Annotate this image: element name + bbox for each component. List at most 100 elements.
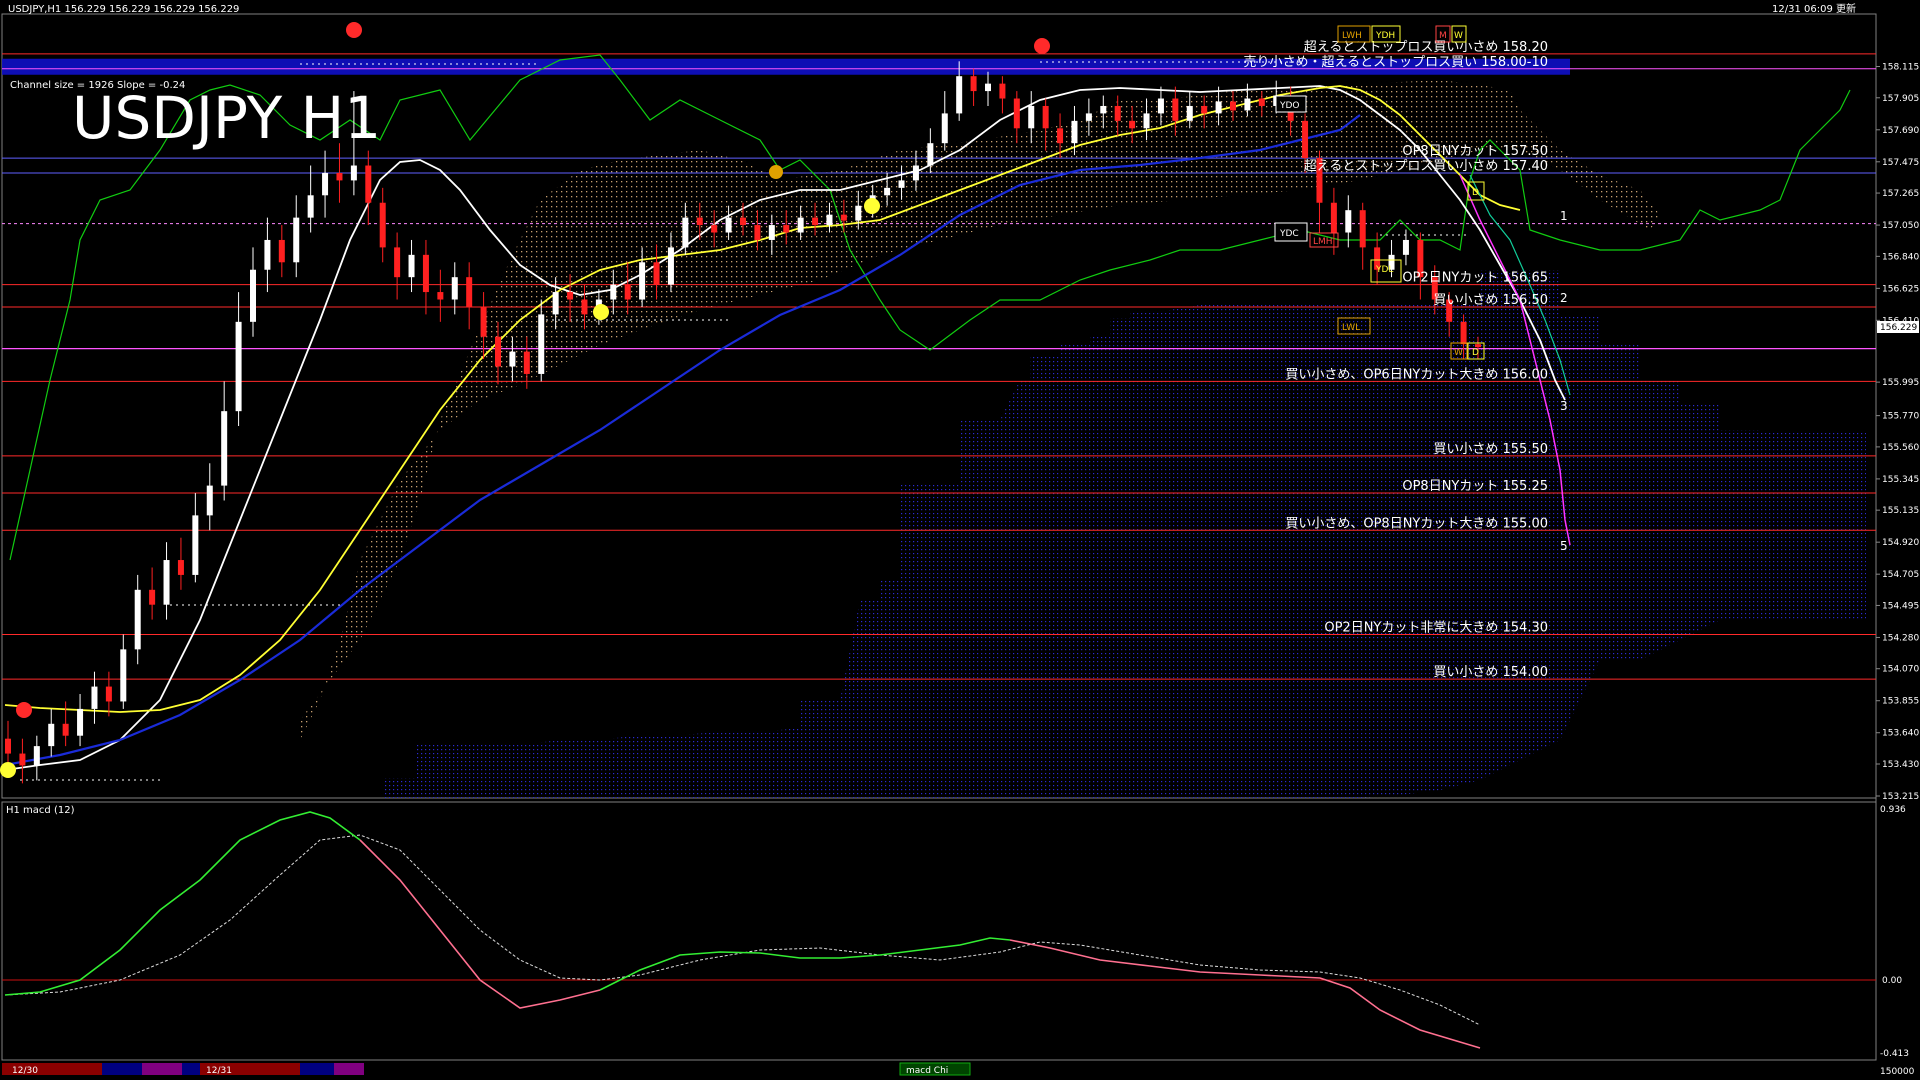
- candle-body: [437, 292, 444, 300]
- macd-bottom-right: 150000: [1880, 1067, 1915, 1077]
- candle-body: [1302, 120, 1309, 159]
- marker-ydh: YDH: [1375, 31, 1395, 41]
- candle-body: [667, 247, 674, 285]
- candle-body: [1042, 105, 1049, 129]
- y-tick-label: 157.905: [1882, 94, 1919, 104]
- marker-w: W: [1454, 31, 1463, 41]
- y-tick-label: 154.705: [1882, 570, 1919, 580]
- candle-body: [740, 217, 746, 226]
- y-tick-label: 155.345: [1882, 475, 1919, 485]
- y-tick-label: 155.770: [1882, 412, 1919, 422]
- marker-m: M: [1439, 31, 1447, 41]
- candle-body: [639, 262, 646, 300]
- candle-body: [350, 165, 357, 181]
- candle-body: [1359, 210, 1366, 248]
- candle-body: [1201, 105, 1208, 114]
- candle-body: [149, 589, 156, 605]
- candle-body: [1013, 98, 1020, 129]
- level-label: 買い小さめ 155.50: [1433, 442, 1548, 457]
- projection-label-3: 3: [1560, 399, 1568, 413]
- marker-d-upper: D: [1472, 188, 1479, 198]
- candle-body: [884, 187, 891, 196]
- candle-body: [379, 202, 386, 248]
- candle-body: [956, 76, 963, 114]
- candle-body: [855, 205, 862, 221]
- marker-lwh: LWH: [1342, 31, 1362, 41]
- projection-label-1: 1: [1560, 209, 1568, 223]
- candle-body: [1057, 128, 1064, 144]
- y-tick-label: 153.855: [1882, 697, 1919, 707]
- candle-body: [552, 292, 559, 315]
- candle-body: [754, 225, 761, 240]
- candle-body: [1230, 101, 1236, 111]
- y-tick-label: 154.920: [1882, 538, 1919, 548]
- candle-body: [105, 686, 112, 702]
- candle-body: [48, 723, 55, 747]
- y-tick-label: 154.280: [1882, 633, 1919, 643]
- marker-d-lower: D: [1472, 348, 1479, 358]
- candle-body: [235, 321, 242, 412]
- candle-body: [177, 560, 184, 575]
- macd-axis-zero: 0.00: [1882, 976, 1902, 986]
- candle-body: [1460, 321, 1467, 345]
- y-tick-label: 158.115: [1882, 63, 1919, 73]
- marker-ydl: YDL: [1375, 265, 1393, 275]
- candle-body: [1330, 202, 1337, 233]
- candle-body: [19, 753, 26, 766]
- candle-body: [91, 686, 98, 709]
- candle-body: [1071, 120, 1078, 144]
- candle-body: [941, 113, 948, 144]
- candle-body: [1172, 98, 1179, 121]
- candle-body: [5, 738, 11, 754]
- macd-title: H1 macd (12): [6, 805, 75, 816]
- y-tick-label: 153.215: [1882, 792, 1919, 802]
- candle-body: [999, 83, 1006, 99]
- candle-body: [912, 165, 919, 181]
- candle-body: [365, 165, 372, 203]
- candle-body: [62, 723, 69, 736]
- level-label: 買い小さめ 154.00: [1433, 665, 1548, 680]
- candle-body: [1085, 113, 1092, 121]
- symbol-info: USDJPY,H1 156.229 156.229 156.229 156.22…: [8, 4, 239, 15]
- candle-body: [466, 277, 473, 307]
- marker-lwl: LWL: [1342, 323, 1360, 333]
- candle-body: [322, 172, 329, 196]
- candle-body: [783, 225, 790, 233]
- candle-body: [192, 515, 199, 575]
- candle-body: [610, 284, 617, 300]
- y-tick-label: 157.690: [1882, 126, 1919, 136]
- candle-body: [523, 351, 530, 374]
- candle-body: [696, 217, 703, 226]
- time-label-1230: 12/30: [12, 1066, 38, 1076]
- candle-body: [221, 411, 228, 486]
- candle-body: [206, 485, 213, 516]
- update-timestamp: 12/31 06:09 更新: [1772, 2, 1856, 15]
- candle-body: [1186, 105, 1193, 121]
- candle-body: [509, 351, 516, 367]
- y-tick-label: 157.475: [1882, 158, 1919, 168]
- candle-body: [1244, 98, 1251, 111]
- y-tick-label: 153.640: [1882, 729, 1919, 739]
- chart-big-title: USDJPY H1: [72, 84, 381, 152]
- candle-body: [1100, 105, 1107, 114]
- y-tick-label: 155.560: [1882, 443, 1919, 453]
- projection-label-2: 2: [1560, 291, 1568, 305]
- candle-body: [1114, 105, 1121, 121]
- candle-body: [278, 239, 285, 263]
- y-tick-label: 157.265: [1882, 189, 1919, 199]
- candle-body: [293, 217, 300, 263]
- candle-body: [1143, 113, 1150, 129]
- candle-body: [711, 225, 718, 233]
- candle-body: [927, 143, 934, 166]
- candle-body: [422, 254, 429, 293]
- candle-body: [768, 225, 775, 240]
- level-label: OP2日NYカット 156.65: [1402, 271, 1548, 286]
- candle-body: [163, 560, 170, 605]
- projection-label-5: 5: [1560, 539, 1568, 553]
- candle-body: [970, 76, 977, 92]
- level-label: OP8日NYカット 157.50: [1402, 144, 1548, 159]
- candle-body: [538, 314, 545, 374]
- candle-body: [1402, 239, 1409, 255]
- candle-body: [624, 284, 631, 300]
- candle-body: [581, 299, 588, 315]
